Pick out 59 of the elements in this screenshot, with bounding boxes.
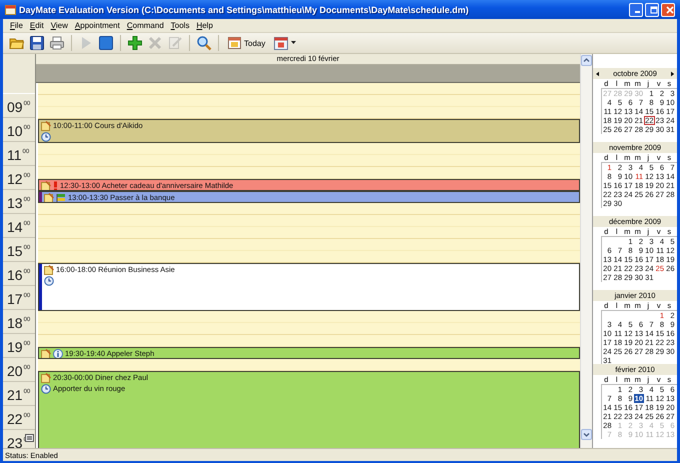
hour-label: 10$^{00}$	[7, 122, 30, 139]
menu-item[interactable]: Edit	[30, 21, 44, 30]
search-icon	[196, 35, 212, 51]
plus-button[interactable]	[126, 34, 144, 52]
close-icon	[666, 6, 674, 14]
calendar-icon	[273, 35, 290, 51]
maximize-icon	[650, 6, 658, 14]
square-button[interactable]	[97, 34, 115, 52]
exclamation-icon	[53, 180, 58, 190]
hour-label: 22$^{00}$	[7, 410, 30, 427]
save-button[interactable]	[28, 34, 46, 52]
hour-label: 19$^{00}$	[7, 338, 30, 355]
hour-label: 20$^{00}$	[7, 362, 30, 379]
scrollbar[interactable]	[580, 54, 592, 448]
note-icon	[41, 348, 51, 358]
hour-label: 12$^{00}$	[7, 170, 30, 187]
delete-icon	[147, 35, 163, 51]
scroll-up-icon[interactable]	[581, 55, 592, 66]
hour-label: 13$^{00}$	[7, 194, 30, 211]
calendar-icon	[227, 35, 242, 51]
hour-label: 17$^{00}$	[7, 290, 30, 307]
hour-label: 16$^{00}$	[7, 266, 30, 283]
maximize-button[interactable]	[645, 2, 659, 16]
plus-icon	[127, 35, 143, 51]
close-button[interactable]	[661, 2, 675, 16]
window-title: DayMate Evaluation Version (C:\Documents and Settings\matthieu\My Documents\DayMate\schedule.dm)	[19, 4, 469, 14]
square-icon	[98, 35, 114, 51]
save-icon	[29, 35, 45, 51]
hour-label: 11$^{00}$	[7, 146, 30, 163]
note-icon	[41, 180, 51, 190]
menu-item[interactable]: Appointment	[74, 21, 120, 30]
menu-item[interactable]: Tools	[170, 21, 190, 30]
app-icon	[5, 4, 16, 15]
hour-label: 09$^{00}$	[7, 98, 30, 115]
note-icon	[41, 372, 51, 382]
caret-icon	[291, 41, 296, 45]
today-button[interactable]: Today	[224, 34, 268, 52]
edit-icon	[167, 35, 183, 51]
hour-label: 14$^{00}$	[7, 218, 30, 235]
hour-label: 21$^{00}$	[7, 386, 30, 403]
note-icon	[44, 264, 54, 274]
flag-icon	[56, 192, 66, 202]
menu-item[interactable]: View	[50, 21, 68, 30]
more-events-icon[interactable]	[25, 434, 34, 442]
previous-month-icon[interactable]	[596, 70, 600, 76]
info-icon	[53, 348, 63, 358]
search-button[interactable]	[195, 34, 213, 52]
hour-label: 18$^{00}$	[7, 314, 30, 331]
scroll-down-icon[interactable]	[581, 429, 592, 440]
minimize-button[interactable]	[629, 2, 643, 16]
printer-icon	[49, 35, 65, 51]
menu-item[interactable]: File	[10, 21, 23, 30]
note-icon	[41, 120, 51, 130]
menu-item[interactable]: Help	[196, 21, 213, 30]
next-month-icon[interactable]	[670, 70, 674, 76]
menu-item[interactable]: Command	[126, 21, 164, 30]
printer-button[interactable]	[48, 34, 66, 52]
hour-label: 15$^{00}$	[7, 242, 30, 259]
note-icon	[44, 192, 54, 202]
